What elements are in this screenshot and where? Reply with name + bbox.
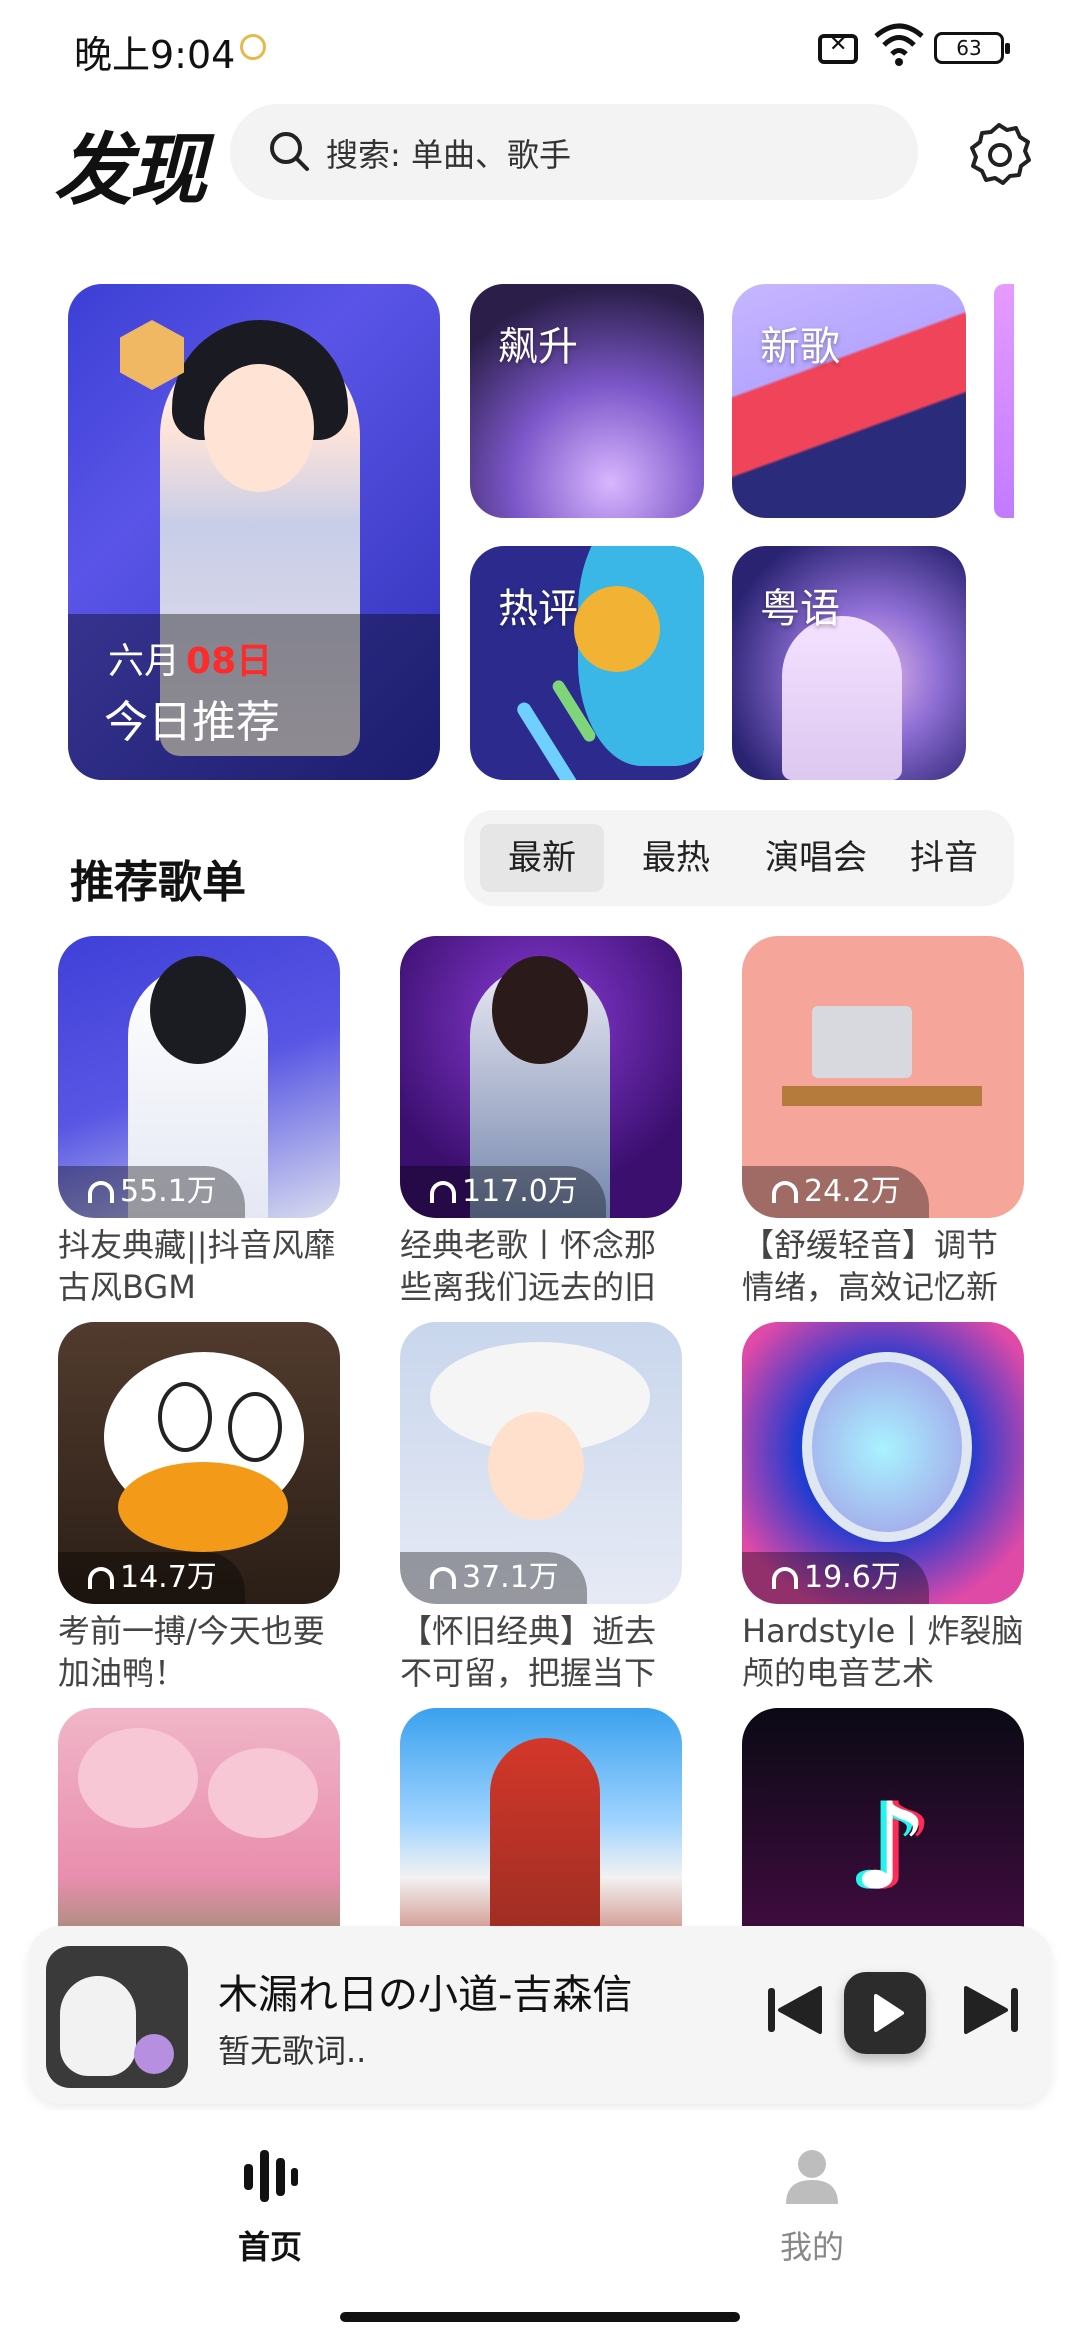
settings-gear-icon[interactable] bbox=[964, 120, 1034, 190]
tile-label: 新歌 bbox=[760, 324, 840, 370]
nav-home-label: 首页 bbox=[237, 2228, 302, 2266]
home-bars-icon bbox=[244, 2150, 298, 2202]
play-count: 24.2万 bbox=[742, 1166, 929, 1218]
play-button[interactable] bbox=[844, 1972, 926, 2054]
playlist-name: 【舒缓轻音】调节情绪，高效记忆新 bbox=[742, 1226, 999, 1306]
battery-icon: 63 bbox=[934, 32, 1010, 64]
playlist-card[interactable]: 117.0万 经典老歌丨怀念那些离我们远去的旧 bbox=[400, 936, 682, 1308]
play-count: 19.6万 bbox=[742, 1552, 929, 1604]
tile-label: 粤语 bbox=[760, 586, 840, 632]
playlist-card[interactable]: 14.7万 考前一搏/今天也要加油鸭！ bbox=[58, 1322, 340, 1694]
alarm-icon bbox=[240, 34, 266, 60]
headphones-icon bbox=[772, 1567, 798, 1589]
headphones-icon bbox=[88, 1181, 114, 1203]
play-count: 55.1万 bbox=[58, 1166, 245, 1218]
play-count: 37.1万 bbox=[400, 1552, 587, 1604]
diamond-badge-icon bbox=[120, 320, 184, 390]
playlist-name: Hardstyle丨炸裂脑颅的电音艺术 bbox=[742, 1612, 1024, 1692]
chart-tile-partial[interactable] bbox=[994, 284, 1014, 518]
status-bar: 晚上9:04 63 bbox=[0, 0, 1080, 90]
playlist-cover: 55.1万 bbox=[58, 936, 340, 1218]
tab-hottest[interactable]: 最热 bbox=[614, 824, 738, 892]
playlist-card[interactable]: 19.6万 Hardstyle丨炸裂脑颅的电音艺术 bbox=[742, 1322, 1024, 1694]
playlist-name: 经典老歌丨怀念那些离我们远去的旧 bbox=[400, 1226, 657, 1306]
chart-tile-hot-comments[interactable]: 热评 bbox=[470, 546, 704, 780]
playlist-card[interactable]: 24.2万 【舒缓轻音】调节情绪，高效记忆新 bbox=[742, 936, 1024, 1308]
gesture-bar[interactable] bbox=[340, 2312, 740, 2322]
page-title: 发现 bbox=[54, 126, 207, 216]
play-icon bbox=[874, 1994, 904, 2032]
playlist-card[interactable]: 55.1万 抖友典藏||抖音风靡古风BGM bbox=[58, 936, 340, 1308]
headphones-icon bbox=[430, 1181, 456, 1203]
chart-tile-cantonese[interactable]: 粤语 bbox=[732, 546, 966, 780]
playlist-tabs: 最新 最热 演唱会 抖音 bbox=[464, 810, 1014, 906]
playlist-name: 【怀旧经典】逝去不可留，把握当下 bbox=[400, 1612, 657, 1692]
mini-player[interactable]: 木漏れ日の小道-吉森信 暂无歌词.. bbox=[28, 1926, 1052, 2104]
nav-home[interactable]: 首页 bbox=[170, 2146, 370, 2268]
wifi-icon bbox=[874, 23, 924, 66]
tile-label: 飙升 bbox=[498, 324, 578, 370]
playlist-cover: 37.1万 bbox=[400, 1322, 682, 1604]
tiktok-logo-icon: ♪ bbox=[852, 1778, 929, 1917]
playlist-cover: 24.2万 bbox=[742, 936, 1024, 1218]
headphones-icon bbox=[772, 1181, 798, 1203]
hero-month: 六月 bbox=[108, 641, 181, 682]
status-time: 晚上9:04 bbox=[74, 33, 236, 77]
hero-day: 08日 bbox=[186, 641, 273, 682]
playlist-cover: 117.0万 bbox=[400, 936, 682, 1218]
headphones-icon bbox=[88, 1567, 114, 1589]
previous-track-icon[interactable] bbox=[758, 1974, 830, 2046]
header: 发现 搜索: 单曲、歌手 bbox=[0, 100, 1080, 216]
now-playing-lyric: 暂无歌词.. bbox=[218, 2032, 367, 2070]
search-bar[interactable]: 搜索: 单曲、歌手 bbox=[230, 104, 918, 200]
hero-label: 今日推荐 bbox=[104, 697, 280, 748]
nav-mine[interactable]: 我的 bbox=[712, 2146, 912, 2268]
tab-concert[interactable]: 演唱会 bbox=[746, 824, 886, 892]
now-playing-title: 木漏れ日の小道-吉森信 bbox=[218, 1972, 633, 2018]
daily-recommend-card[interactable]: 六月 08日 今日推荐 bbox=[68, 284, 440, 780]
search-placeholder: 搜索: 单曲、歌手 bbox=[326, 136, 571, 174]
hero-date: 六月 08日 bbox=[108, 632, 272, 684]
playlist-card[interactable]: 37.1万 【怀旧经典】逝去不可留，把握当下 bbox=[400, 1322, 682, 1694]
playlist-name: 考前一搏/今天也要加油鸭！ bbox=[58, 1612, 325, 1692]
bottom-nav: 首页 我的 bbox=[0, 2110, 1080, 2340]
tab-douyin[interactable]: 抖音 bbox=[894, 824, 994, 892]
headphones-icon bbox=[430, 1567, 456, 1589]
play-count: 14.7万 bbox=[58, 1552, 245, 1604]
chart-tile-new[interactable]: 新歌 bbox=[732, 284, 966, 518]
tile-label: 热评 bbox=[498, 586, 578, 632]
nav-mine-label: 我的 bbox=[779, 2228, 844, 2266]
playlist-cover: 19.6万 bbox=[742, 1322, 1024, 1604]
search-icon bbox=[270, 132, 309, 171]
play-count: 117.0万 bbox=[400, 1166, 606, 1218]
chart-tile-rising[interactable]: 飙升 bbox=[470, 284, 704, 518]
playlist-cover: 14.7万 bbox=[58, 1322, 340, 1604]
no-sim-icon bbox=[818, 32, 858, 64]
playlist-name: 抖友典藏||抖音风靡古风BGM bbox=[58, 1226, 336, 1306]
user-icon bbox=[786, 2150, 838, 2204]
tab-latest[interactable]: 最新 bbox=[480, 824, 604, 892]
album-art bbox=[46, 1946, 188, 2088]
next-track-icon[interactable] bbox=[956, 1974, 1028, 2046]
section-title: 推荐歌单 bbox=[70, 857, 246, 908]
